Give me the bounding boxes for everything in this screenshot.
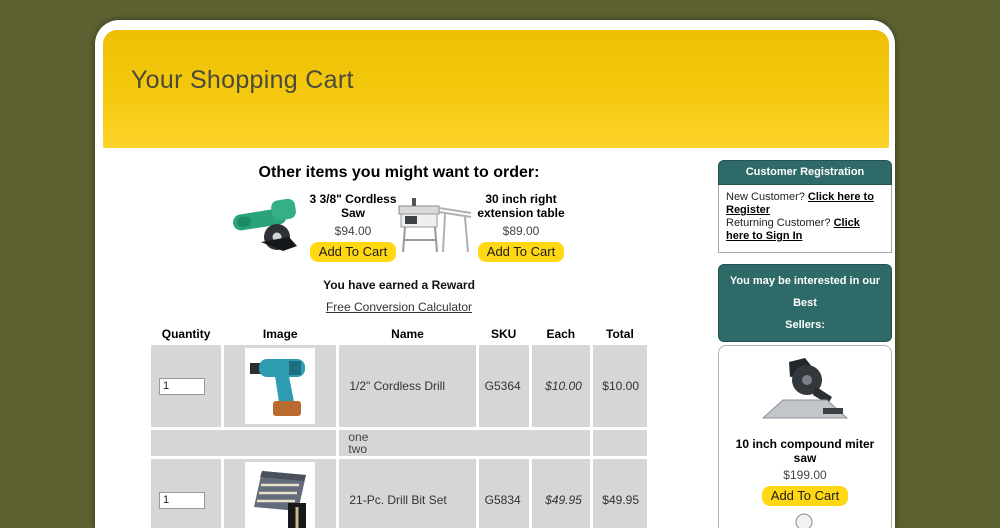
cart-row-drill-bit-set: 21-Pc. Drill Bit Set G5834 $49.95 $49.95 (151, 459, 647, 528)
reward-message: You have earned a Reward (148, 278, 650, 292)
cart-row-cordless-drill: 1/2" Cordless Drill G5364 $10.00 $10.00 (151, 345, 647, 427)
column-header-sku: SKU (479, 323, 529, 342)
main-column: Other items you might want to order: (148, 148, 650, 528)
column-header-total: Total (593, 323, 647, 342)
cordless-saw-image (231, 196, 309, 256)
cart-note-row: one two (151, 430, 647, 456)
quantity-input[interactable] (159, 378, 205, 395)
add-to-cart-button[interactable]: Add To Cart (478, 242, 564, 262)
band-saw-image (770, 512, 840, 528)
product-sku: G5364 (479, 345, 529, 427)
column-header-image: Image (224, 323, 336, 342)
upsell-item-cordless-saw: 3 3/8" Cordless Saw $94.00 Add To Cart (231, 186, 397, 262)
cordless-drill-image (249, 351, 311, 421)
add-to-cart-button[interactable]: Add To Cart (310, 242, 396, 262)
free-conversion-calculator-link[interactable]: Free Conversion Calculator (326, 300, 472, 314)
best-seller-price: $199.00 (723, 468, 887, 482)
column-header-name: Name (339, 323, 475, 342)
product-name: 21-Pc. Drill Bit Set (339, 459, 475, 528)
best-sellers-box: 10 inch compound miter saw $199.00 Add T… (718, 345, 892, 528)
page-title: Your Shopping Cart (103, 30, 889, 95)
returning-customer-text: Returning Customer? (726, 217, 834, 229)
page-header-banner: Your Shopping Cart (103, 30, 889, 148)
quantity-input[interactable] (159, 492, 205, 509)
best-sellers-title-line2: Sellers: (721, 314, 889, 336)
content-panel: Your Shopping Cart Other items you might… (95, 20, 895, 528)
miter-saw-image (755, 354, 855, 428)
product-each-price: $10.00 (532, 345, 590, 427)
drill-bit-set-image (248, 465, 312, 528)
product-each-price: $49.95 (532, 459, 590, 528)
upsell-product-price: $94.00 (309, 224, 397, 238)
product-name: 1/2" Cordless Drill (339, 345, 475, 427)
best-sellers-header: You may be interested in our Best Seller… (718, 264, 892, 342)
upsell-item-extension-table: 30 inch right extension table $89.00 Add… (397, 186, 567, 262)
sidebar: Customer Registration New Customer? Clic… (718, 160, 892, 528)
product-total-price: $10.00 (593, 345, 647, 427)
product-sku: G5834 (479, 459, 529, 528)
customer-registration-box: Customer Registration New Customer? Clic… (718, 160, 892, 253)
upsell-products: 3 3/8" Cordless Saw $94.00 Add To Cart (148, 186, 650, 262)
upsell-product-name: 30 inch right extension table (475, 192, 567, 220)
cart-table: Quantity Image Name SKU Each Total (148, 320, 650, 528)
cart-table-header-row: Quantity Image Name SKU Each Total (151, 323, 647, 342)
customer-registration-header: Customer Registration (718, 160, 892, 185)
note-line: one (348, 431, 589, 443)
upsell-product-name: 3 3/8" Cordless Saw (309, 192, 397, 220)
add-to-cart-button[interactable]: Add To Cart (762, 486, 848, 506)
best-sellers-title-line1: You may be interested in our Best (721, 270, 889, 314)
upsell-heading: Other items you might want to order: (148, 164, 650, 182)
column-header-quantity: Quantity (151, 323, 221, 342)
note-line: two (348, 443, 589, 455)
best-seller-name: 10 inch compound miter saw (723, 437, 887, 465)
new-customer-text: New Customer? (726, 191, 808, 203)
column-header-each: Each (532, 323, 590, 342)
extension-table-image (397, 192, 475, 256)
upsell-product-price: $89.00 (475, 224, 567, 238)
product-total-price: $49.95 (593, 459, 647, 528)
